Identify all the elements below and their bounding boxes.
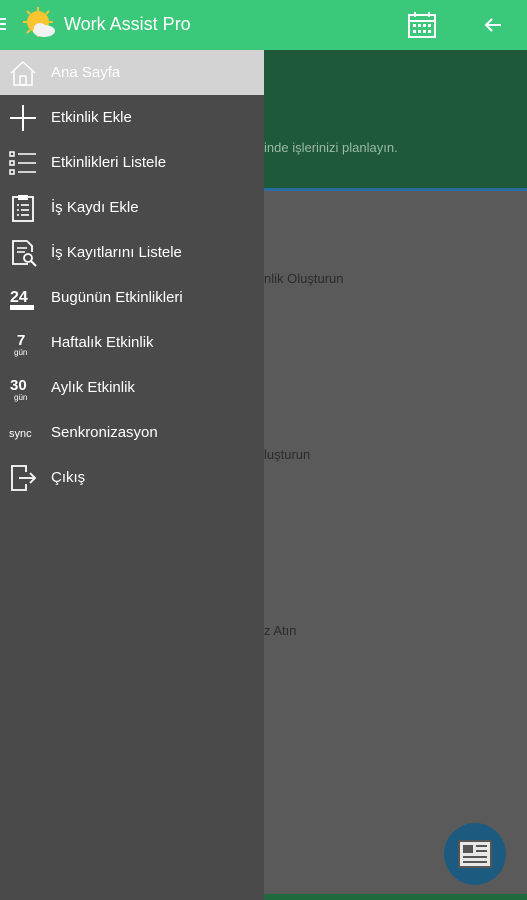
- svg-text:sync: sync: [9, 428, 32, 440]
- 24-hours-icon: 24: [10, 289, 34, 310]
- menu-label: Bugünün Etkinlikleri: [51, 289, 183, 306]
- header-divider: [264, 188, 527, 191]
- svg-text:gün: gün: [14, 348, 27, 357]
- app-title: Work Assist Pro: [64, 14, 191, 34]
- menu-item-sync[interactable]: sync Senkronizasyon: [0, 410, 264, 455]
- app-bar: Work Assist Pro: [0, 0, 527, 50]
- newspaper-icon: [458, 840, 492, 868]
- menu-item-add-event[interactable]: Etkinlik Ekle: [0, 95, 264, 140]
- navigation-drawer: Ana Sayfa Etkinlik Ekle Etkinlikleri Lis…: [0, 50, 264, 900]
- sync-icon: sync: [9, 428, 32, 440]
- plus-icon: [10, 104, 36, 131]
- card-send-text: z Atın: [264, 623, 297, 638]
- menu-label: İş Kaydı Ekle: [51, 199, 139, 216]
- bottom-strip: [264, 894, 527, 900]
- menu-label: Etkinlik Ekle: [51, 109, 132, 126]
- menu-label: Senkronizasyon: [51, 424, 158, 441]
- svg-text:gün: gün: [14, 393, 27, 402]
- menu-label: Çıkış: [51, 469, 86, 486]
- card-create-event-text: nlik Oluşturun: [264, 271, 344, 286]
- menu-label: Aylık Etkinlik: [51, 379, 135, 396]
- list-icon: [9, 150, 36, 175]
- tagline-text: inde işlerinizi planlayın.: [264, 140, 398, 155]
- menu-item-weekly-events[interactable]: 7 gün Haftalık Etkinlik: [0, 320, 264, 365]
- menu-icon[interactable]: [0, 18, 6, 32]
- menu-label: İş Kayıtlarını Listele: [51, 244, 182, 261]
- svg-text:30: 30: [10, 377, 27, 394]
- document-search-icon: [12, 239, 37, 267]
- home-icon: [10, 60, 36, 86]
- menu-item-list-events[interactable]: Etkinlikleri Listele: [0, 140, 264, 185]
- menu-item-add-work-log[interactable]: İş Kaydı Ekle: [0, 185, 264, 230]
- card-create-text: luşturun: [264, 447, 311, 462]
- back-arrow-icon[interactable]: [482, 14, 504, 36]
- 7-day-icon: 7 gün: [14, 332, 27, 357]
- 30-day-icon: 30 gün: [10, 377, 27, 402]
- main-header-banner: [264, 50, 527, 188]
- menu-item-list-work-logs[interactable]: İş Kayıtlarını Listele: [0, 230, 264, 275]
- menu-item-logout[interactable]: Çıkış: [0, 455, 264, 500]
- floating-action-button[interactable]: [444, 823, 506, 885]
- menu-label: Etkinlikleri Listele: [51, 154, 167, 171]
- menu-label: Ana Sayfa: [51, 64, 121, 81]
- svg-text:24: 24: [10, 289, 28, 306]
- logout-icon: [11, 464, 37, 491]
- clipboard-icon: [12, 194, 34, 222]
- menu-item-home[interactable]: Ana Sayfa: [0, 50, 264, 95]
- calendar-icon[interactable]: [407, 11, 437, 39]
- menu-item-todays-events[interactable]: 24 Bugünün Etkinlikleri: [0, 275, 264, 320]
- menu-item-monthly-events[interactable]: 30 gün Aylık Etkinlik: [0, 365, 264, 410]
- app-logo-icon: [23, 7, 55, 37]
- svg-text:7: 7: [17, 332, 25, 349]
- menu-label: Haftalık Etkinlik: [51, 334, 154, 351]
